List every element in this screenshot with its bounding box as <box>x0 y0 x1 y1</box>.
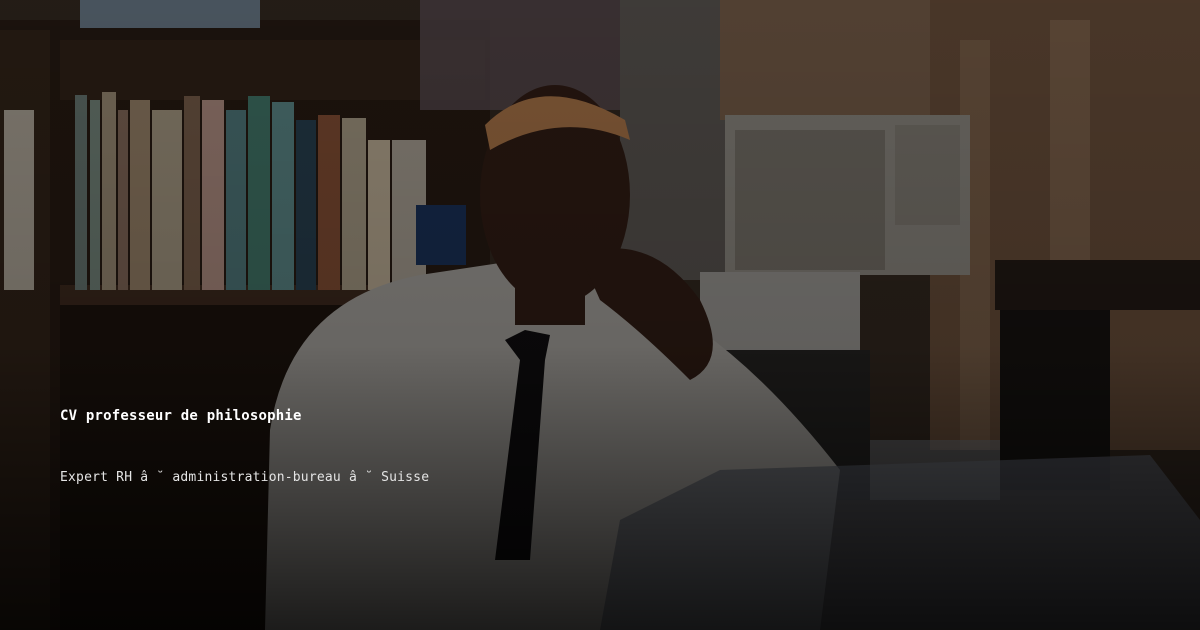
dark-overlay <box>0 0 1200 630</box>
card-subtitle: Expert RH â ˘ administration-bureau â ˘ … <box>60 470 430 485</box>
social-card: CV professeur de philosophie Expert RH â… <box>0 0 1200 630</box>
card-title: CV professeur de philosophie <box>60 408 302 424</box>
